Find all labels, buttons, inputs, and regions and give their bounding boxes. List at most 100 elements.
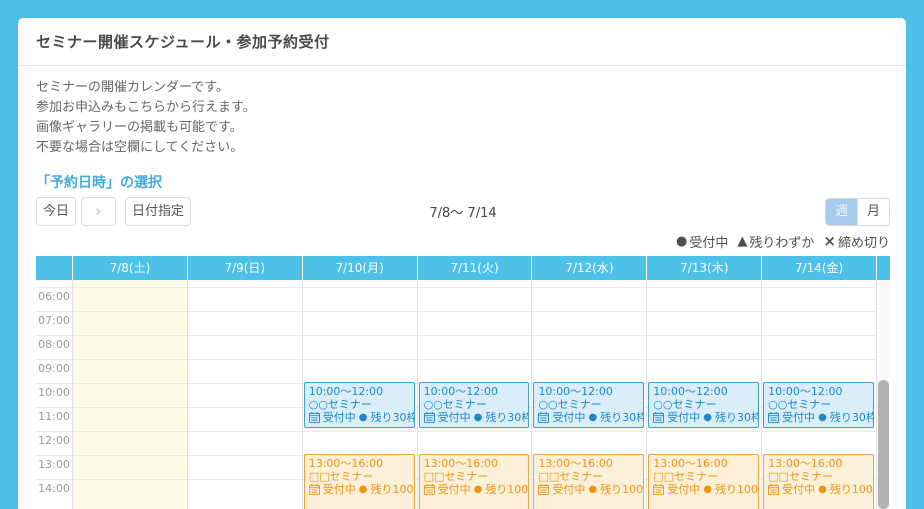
time-label: 13:00 xyxy=(36,455,72,479)
calendar-icon xyxy=(309,412,320,423)
time-label: 06:00 xyxy=(36,287,72,311)
calendar-scrollbar-track[interactable] xyxy=(877,280,890,509)
event-title: □□セミナー xyxy=(768,470,871,483)
time-gutter: 06:00 07:00 08:00 09:00 10:00 11:00 12:0… xyxy=(36,280,73,509)
day-header-thu: 7/13(木) xyxy=(647,256,762,280)
calendar-header-row: 7/8(土) 7/9(日) 7/10(月) 7/11(火) 7/12(水) 7/… xyxy=(36,256,890,280)
time-label: 09:00 xyxy=(36,359,72,383)
calendar-scrollbar-thumb[interactable] xyxy=(878,380,889,509)
event-morning-seminar[interactable]: 10:00〜12:00 ○○セミナー 受付中 ● 残り30枠 xyxy=(304,382,415,428)
week-calendar: 7/8(土) 7/9(日) 7/10(月) 7/11(火) 7/12(水) 7/… xyxy=(36,256,890,509)
event-afternoon-seminar[interactable]: 13:00〜16:00 □□セミナー 受付中 ● 残り100名 xyxy=(304,454,415,509)
calendar-icon xyxy=(768,484,779,495)
event-time: 13:00〜16:00 xyxy=(768,457,871,470)
status-dot-icon: ● xyxy=(474,411,483,424)
day-header-sun: 7/9(日) xyxy=(188,256,303,280)
time-label: 14:00 xyxy=(36,479,72,503)
event-status-line: 受付中 ● 残り30枠 xyxy=(309,411,412,424)
intro-line: 参加お申込みもこちらから行えます。 xyxy=(36,98,890,118)
day-column-sun[interactable] xyxy=(188,280,303,509)
intro-line: セミナーの開催カレンダーです。 xyxy=(36,78,890,98)
status-dot-icon: ● xyxy=(588,483,597,496)
calendar-icon xyxy=(538,484,549,495)
day-column-thu[interactable]: 10:00〜12:00 ○○セミナー 受付中 ● 残り30枠 13:00〜16:… xyxy=(647,280,762,509)
booking-datetime-link[interactable]: 「予約日時」の選択 xyxy=(36,172,890,190)
header-scrollbar-gutter xyxy=(877,256,890,280)
calendar-icon xyxy=(653,412,664,423)
event-status-line: 受付中 ● 残り30枠 xyxy=(424,411,527,424)
event-time: 10:00〜12:00 xyxy=(538,385,641,398)
event-remaining: 残り100名 xyxy=(485,483,529,496)
header-time-gutter xyxy=(36,256,73,280)
event-remaining: 残り30枠 xyxy=(715,411,759,424)
event-remaining: 残り100名 xyxy=(600,483,644,496)
day-column-wed[interactable]: 10:00〜12:00 ○○セミナー 受付中 ● 残り30枠 13:00〜16:… xyxy=(532,280,647,509)
calendar-icon xyxy=(653,484,664,495)
time-label: 11:00 xyxy=(36,407,72,431)
event-status-line: 受付中 ● 残り100名 xyxy=(309,483,412,496)
event-afternoon-seminar[interactable]: 13:00〜16:00 □□セミナー 受付中 ● 残り100名 xyxy=(763,454,874,509)
event-time: 13:00〜16:00 xyxy=(653,457,756,470)
event-time: 13:00〜16:00 xyxy=(538,457,641,470)
event-morning-seminar[interactable]: 10:00〜12:00 ○○セミナー 受付中 ● 残り30枠 xyxy=(419,382,530,428)
calendar-icon xyxy=(538,412,549,423)
event-status-line: 受付中 ● 残り30枠 xyxy=(653,411,756,424)
calendar-body: 06:00 07:00 08:00 09:00 10:00 11:00 12:0… xyxy=(36,280,890,509)
widget-title-bar: セミナー開催スケジュール・参加予約受付 xyxy=(18,18,906,66)
event-status-line: 受付中 ● 残り100名 xyxy=(424,483,527,496)
calendar-icon xyxy=(424,484,435,495)
status-legend: ● 受付中 ▲ 残りわずか × 締め切り xyxy=(36,233,890,249)
legend-few: ▲ 残りわずか xyxy=(737,232,814,251)
day-column-sat[interactable] xyxy=(73,280,188,509)
event-remaining: 残り100名 xyxy=(715,483,759,496)
calendar-icon xyxy=(768,412,779,423)
legend-open-label: 受付中 xyxy=(689,232,728,251)
event-remaining: 残り100名 xyxy=(370,483,414,496)
triangle-icon: ▲ xyxy=(737,234,747,249)
event-remaining: 残り30枠 xyxy=(830,411,874,424)
page-background: セミナー開催スケジュール・参加予約受付 セミナーの開催カレンダーです。 参加お申… xyxy=(0,0,924,509)
time-label: 08:00 xyxy=(36,335,72,359)
event-title: ○○セミナー xyxy=(653,398,756,411)
event-status: 受付中 xyxy=(667,483,700,496)
event-title: ○○セミナー xyxy=(538,398,641,411)
date-range-label: 7/8〜 7/14 xyxy=(36,202,890,221)
event-morning-seminar[interactable]: 10:00〜12:00 ○○セミナー 受付中 ● 残り30枠 xyxy=(648,382,759,428)
event-status-line: 受付中 ● 残り30枠 xyxy=(538,411,641,424)
status-dot-icon: ● xyxy=(703,411,712,424)
day-header-sat: 7/8(土) xyxy=(73,256,188,280)
event-remaining: 残り30枠 xyxy=(600,411,644,424)
event-title: □□セミナー xyxy=(538,470,641,483)
event-morning-seminar[interactable]: 10:00〜12:00 ○○セミナー 受付中 ● 残り30枠 xyxy=(763,382,874,428)
event-time: 10:00〜12:00 xyxy=(424,385,527,398)
event-remaining: 残り30枠 xyxy=(485,411,529,424)
event-remaining: 残り100名 xyxy=(830,483,874,496)
event-status-line: 受付中 ● 残り30枠 xyxy=(768,411,871,424)
day-header-wed: 7/12(水) xyxy=(532,256,647,280)
day-column-mon[interactable]: 10:00〜12:00 ○○セミナー 受付中 ● 残り30枠 13:00〜16:… xyxy=(303,280,418,509)
intro-line: 画像ギャラリーの掲載も可能です。 xyxy=(36,118,890,138)
event-status-line: 受付中 ● 残り100名 xyxy=(768,483,871,496)
event-morning-seminar[interactable]: 10:00〜12:00 ○○セミナー 受付中 ● 残り30枠 xyxy=(533,382,644,428)
time-label: 07:00 xyxy=(36,311,72,335)
event-time: 13:00〜16:00 xyxy=(309,457,412,470)
time-label: 12:00 xyxy=(36,431,72,455)
event-status: 受付中 xyxy=(438,483,471,496)
event-status: 受付中 xyxy=(782,483,815,496)
status-dot-icon: ● xyxy=(359,411,368,424)
day-column-tue[interactable]: 10:00〜12:00 ○○セミナー 受付中 ● 残り30枠 13:00〜16:… xyxy=(418,280,533,509)
day-header-mon: 7/10(月) xyxy=(303,256,418,280)
event-afternoon-seminar[interactable]: 13:00〜16:00 □□セミナー 受付中 ● 残り100名 xyxy=(533,454,644,509)
event-afternoon-seminar[interactable]: 13:00〜16:00 □□セミナー 受付中 ● 残り100名 xyxy=(648,454,759,509)
event-time: 10:00〜12:00 xyxy=(768,385,871,398)
event-afternoon-seminar[interactable]: 13:00〜16:00 □□セミナー 受付中 ● 残り100名 xyxy=(419,454,530,509)
event-title: ○○セミナー xyxy=(768,398,871,411)
day-column-fri[interactable]: 10:00〜12:00 ○○セミナー 受付中 ● 残り30枠 13:00〜16:… xyxy=(762,280,877,509)
day-header-tue: 7/11(火) xyxy=(418,256,533,280)
circle-icon: ● xyxy=(676,234,687,249)
seminar-widget-card: セミナー開催スケジュール・参加予約受付 セミナーの開催カレンダーです。 参加お申… xyxy=(18,18,906,509)
legend-few-label: 残りわずか xyxy=(749,232,814,251)
event-time: 13:00〜16:00 xyxy=(424,457,527,470)
event-status: 受付中 xyxy=(552,411,585,424)
status-dot-icon: ● xyxy=(474,483,483,496)
